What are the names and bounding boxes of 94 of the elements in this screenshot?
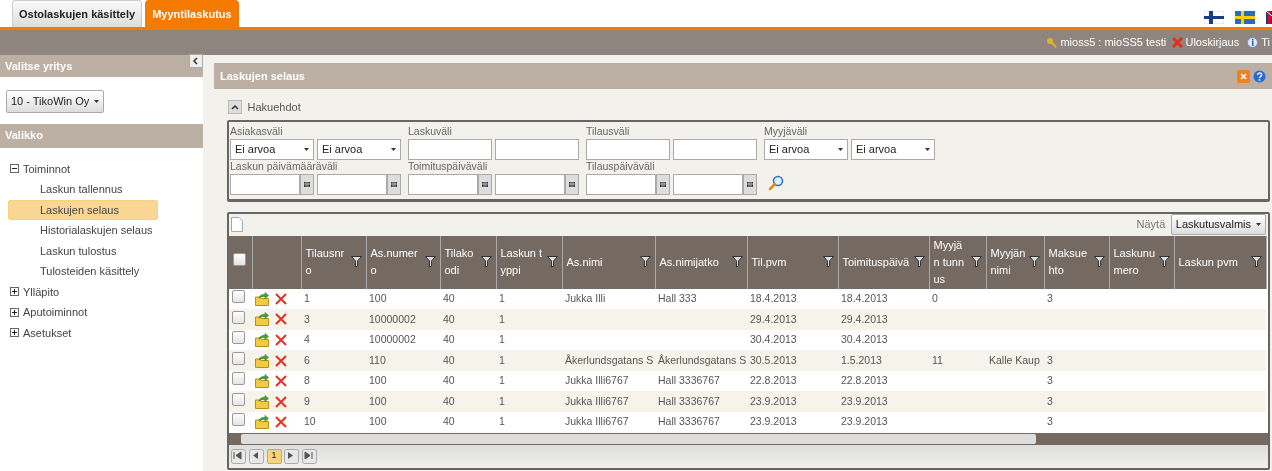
menu-item[interactable]: Historialaskujen selaus	[8, 220, 158, 241]
table-cell: 1	[499, 333, 505, 346]
table-cell: Hall 3336767	[658, 374, 720, 387]
table-cell: 23.9.2013	[750, 394, 797, 407]
table-cell: 1	[499, 312, 505, 325]
company-select[interactable]: 10 - TikoWin Oy	[6, 90, 105, 113]
table-cell: Hall 333	[658, 291, 697, 304]
table-cell: 110	[369, 353, 386, 366]
table-cell: 23.9.2013	[750, 415, 797, 428]
field-label: Tilauspäiväväli	[586, 159, 656, 172]
select-field[interactable]: Ei arvoa	[230, 138, 314, 160]
table-cell: 40	[443, 312, 455, 325]
table-cell: 8	[304, 374, 310, 387]
table-cell: Hall 3336767	[658, 415, 720, 428]
table-cell: 1	[304, 291, 310, 304]
table-cell: 40	[443, 333, 455, 346]
table-cell: 30.5.2013	[750, 353, 797, 366]
logout-link[interactable]: Uloskirjaus	[1185, 34, 1240, 51]
table-cell: 3	[1047, 415, 1053, 428]
menu-item[interactable]: Laskun tallennus	[8, 179, 158, 200]
table-cell: Jukka Illi6767	[565, 394, 629, 407]
table-cell: Åkerlundsgatans S	[565, 353, 654, 366]
info-link[interactable]: Ti	[1261, 34, 1270, 51]
select-field[interactable]: Ei arvoa	[851, 138, 935, 160]
table-cell: 1	[499, 291, 505, 304]
select-field[interactable]: Ei arvoa	[764, 138, 848, 160]
menu-item[interactable]: Laskun tulostus	[8, 240, 158, 261]
column-header[interactable]: Til.pvm	[751, 253, 787, 271]
field-label: Tilausväli	[586, 124, 631, 137]
table-cell: 40	[443, 291, 455, 304]
table-cell: 40	[443, 394, 455, 407]
table-cell: 6	[304, 353, 310, 366]
table-cell: 29.4.2013	[841, 312, 888, 325]
table-cell: 1	[499, 374, 505, 387]
table-cell: 100	[369, 394, 387, 407]
field-label: Laskuväli	[408, 124, 453, 137]
table-cell: 40	[443, 415, 455, 428]
table-cell: 30.4.2013	[841, 333, 888, 346]
panel-title: Laskujen selaus	[220, 68, 305, 84]
table-cell: 40	[443, 353, 455, 366]
table-cell: 100	[369, 415, 387, 428]
user-name: mioss5 : mioSS5 testi	[1060, 35, 1167, 51]
table-cell: 23.9.2013	[841, 394, 888, 407]
table-cell: 11	[932, 353, 943, 366]
table-cell: 10000002	[369, 333, 416, 346]
field-label: Myyjäväli	[764, 124, 809, 137]
table-cell: 10000002	[369, 312, 416, 325]
field-label: Asiakasväli	[230, 124, 284, 137]
column-header[interactable]: As.nimi	[566, 253, 603, 271]
menu-item[interactable]: Ylläpito	[23, 284, 60, 299]
table-cell: Hall 3336767	[658, 394, 720, 407]
select-field[interactable]: Ei arvoa	[317, 138, 401, 160]
table-cell: 3	[1047, 394, 1053, 407]
table-cell: 3	[304, 312, 310, 325]
table-cell: 22.8.2013	[841, 374, 888, 387]
table-cell: 3	[1047, 291, 1053, 304]
table-cell: Kalle Kaup	[989, 353, 1040, 366]
view-select[interactable]: Laskutusvalmis	[1170, 214, 1266, 235]
table-cell: 1	[499, 353, 505, 366]
table-cell: 40	[443, 374, 455, 387]
table-cell: 1	[499, 415, 505, 428]
menu-item[interactable]: Aputoiminnot	[23, 305, 88, 320]
section-label: Hakuehdot	[247, 100, 301, 115]
page-button[interactable]: 1	[266, 448, 282, 464]
table-cell: Jukka Illi6767	[565, 374, 629, 387]
table-cell: 3	[1047, 353, 1053, 366]
table-cell: 1	[499, 394, 505, 407]
field-label: Toimituspäiväväli	[408, 159, 489, 172]
table-cell: Jukka Illi	[565, 291, 606, 304]
table-cell: 9	[304, 394, 310, 407]
table-cell: 3	[1047, 374, 1053, 387]
tab[interactable]: Ostolaskujen käsittely	[12, 0, 143, 27]
table-cell: 29.4.2013	[750, 312, 797, 325]
section-title: Valikko	[5, 128, 43, 144]
table-cell: 0	[932, 291, 938, 304]
menu-item[interactable]: Toiminnot	[23, 161, 71, 176]
table-cell: 100	[369, 374, 387, 387]
menu-item[interactable]: Asetukset	[23, 325, 72, 340]
table-cell: 22.8.2013	[750, 374, 797, 387]
field-label: Laskun päivämääräväli	[230, 159, 339, 172]
table-cell: 18.4.2013	[750, 291, 797, 304]
table-cell: Jukka Illi6767	[565, 415, 629, 428]
view-label: Näytä	[1136, 217, 1166, 233]
table-cell: 1.5.2013	[841, 353, 882, 366]
table-cell: 4	[304, 333, 310, 346]
menu-item[interactable]: Tulosteiden käsittely	[8, 261, 158, 282]
table-cell: 18.4.2013	[841, 291, 888, 304]
table-cell: 10	[304, 415, 316, 428]
table-cell: 30.4.2013	[750, 333, 797, 346]
table-cell: 100	[369, 291, 387, 304]
table-cell: 23.9.2013	[841, 415, 888, 428]
table-cell: Åkerlundsgatans S	[658, 353, 747, 366]
menu-item[interactable]: Laskujen selaus	[8, 199, 158, 220]
section-title: Valitse yritys	[5, 58, 73, 74]
